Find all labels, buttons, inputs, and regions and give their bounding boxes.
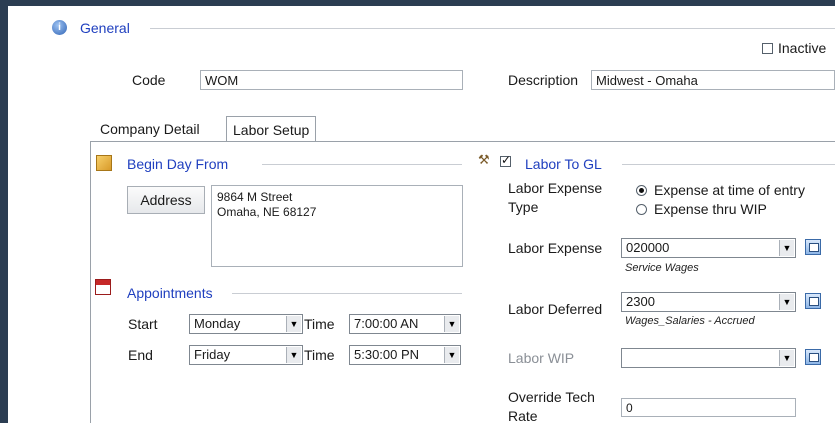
radio-thru-wip-label: Expense thru WIP — [654, 201, 767, 217]
chevron-down-icon[interactable]: ▼ — [779, 294, 794, 310]
address-button[interactable]: Address — [127, 186, 205, 214]
override-tech-rate-label-line1: Override Tech — [508, 389, 595, 405]
labor-expense-type-label-line2: Type — [508, 199, 539, 215]
chevron-down-icon[interactable]: ▼ — [286, 316, 301, 332]
description-label: Description — [508, 72, 579, 88]
calendar-icon — [95, 279, 111, 295]
chevron-down-icon[interactable]: ▼ — [286, 347, 301, 363]
section-divider — [150, 28, 835, 29]
override-tech-rate-field[interactable]: 0 — [621, 398, 796, 417]
chevron-down-icon[interactable]: ▼ — [779, 240, 794, 256]
inactive-label: Inactive — [778, 40, 827, 56]
labor-wip-select[interactable]: ▼ — [621, 348, 796, 368]
address-line-2: Omaha, NE 68127 — [217, 205, 317, 219]
radio-time-of-entry-label: Expense at time of entry — [654, 182, 805, 198]
override-tech-rate-label-line2: Rate — [508, 408, 538, 424]
info-icon: i — [52, 20, 67, 35]
end-time-value: 5:30:00 PN — [354, 347, 420, 362]
begin-day-icon — [96, 155, 112, 171]
start-time-label: Time — [304, 316, 335, 332]
code-label: Code — [132, 72, 166, 88]
appointments-divider — [232, 293, 462, 294]
labor-expense-select[interactable]: 020000 ▼ — [621, 238, 796, 258]
labor-deferred-label: Labor Deferred — [508, 301, 603, 317]
chevron-down-icon[interactable]: ▼ — [444, 316, 459, 332]
tab-strip-line — [90, 141, 835, 142]
end-label: End — [128, 347, 153, 363]
begin-day-divider — [262, 164, 462, 165]
address-line-1: 9864 M Street — [217, 190, 293, 204]
description-field[interactable]: Midwest - Omaha — [591, 70, 835, 90]
labor-wip-lookup-icon[interactable] — [805, 349, 821, 365]
radio-time-of-entry-icon[interactable] — [636, 184, 647, 196]
start-day-select[interactable]: Monday ▼ — [189, 314, 303, 334]
inactive-checkbox[interactable] — [762, 42, 773, 54]
inactive-checkbox-row[interactable]: Inactive — [762, 40, 826, 56]
hammer-icon: ⚒ — [478, 152, 490, 167]
tab-panel-left-border — [90, 141, 91, 423]
start-label: Start — [128, 316, 158, 332]
labor-to-gl-checkbox[interactable] — [500, 153, 511, 167]
tab-labor-setup[interactable]: Labor Setup — [226, 116, 317, 142]
end-time-select[interactable]: 5:30:00 PN ▼ — [349, 345, 461, 365]
chevron-down-icon[interactable]: ▼ — [779, 350, 794, 366]
start-day-value: Monday — [194, 316, 241, 331]
begin-day-title[interactable]: Begin Day From — [127, 156, 228, 172]
radio-expense-time-of-entry[interactable]: Expense at time of entry — [636, 182, 805, 198]
start-time-value: 7:00:00 AN — [354, 316, 419, 331]
labor-deferred-value: 2300 — [626, 294, 655, 309]
address-box[interactable]: 9864 M Street Omaha, NE 68127 — [211, 185, 463, 267]
appointments-title[interactable]: Appointments — [127, 285, 213, 301]
end-time-label: Time — [304, 347, 335, 363]
section-title-general[interactable]: General — [80, 20, 130, 36]
labor-deferred-select[interactable]: 2300 ▼ — [621, 292, 796, 312]
labor-expense-value: 020000 — [626, 240, 670, 255]
radio-expense-thru-wip[interactable]: Expense thru WIP — [636, 201, 767, 217]
start-time-select[interactable]: 7:00:00 AN ▼ — [349, 314, 461, 334]
labor-to-gl-divider — [622, 164, 835, 165]
labor-expense-description: Service Wages — [625, 262, 699, 274]
end-day-select[interactable]: Friday ▼ — [189, 345, 303, 365]
labor-deferred-description: Wages_Salaries - Accrued — [625, 315, 755, 327]
labor-to-gl-title[interactable]: Labor To GL — [525, 156, 602, 172]
tab-company-detail[interactable]: Company Detail — [94, 116, 206, 142]
labor-deferred-lookup-icon[interactable] — [805, 293, 821, 309]
chevron-down-icon[interactable]: ▼ — [444, 347, 459, 363]
labor-wip-label: Labor WIP — [508, 350, 575, 366]
labor-expense-type-label-line1: Labor Expense — [508, 180, 603, 196]
labor-expense-lookup-icon[interactable] — [805, 239, 821, 255]
end-day-value: Friday — [194, 347, 231, 362]
code-field[interactable]: WOM — [200, 70, 463, 90]
labor-expense-label: Labor Expense — [508, 240, 603, 256]
radio-thru-wip-icon[interactable] — [636, 203, 647, 215]
